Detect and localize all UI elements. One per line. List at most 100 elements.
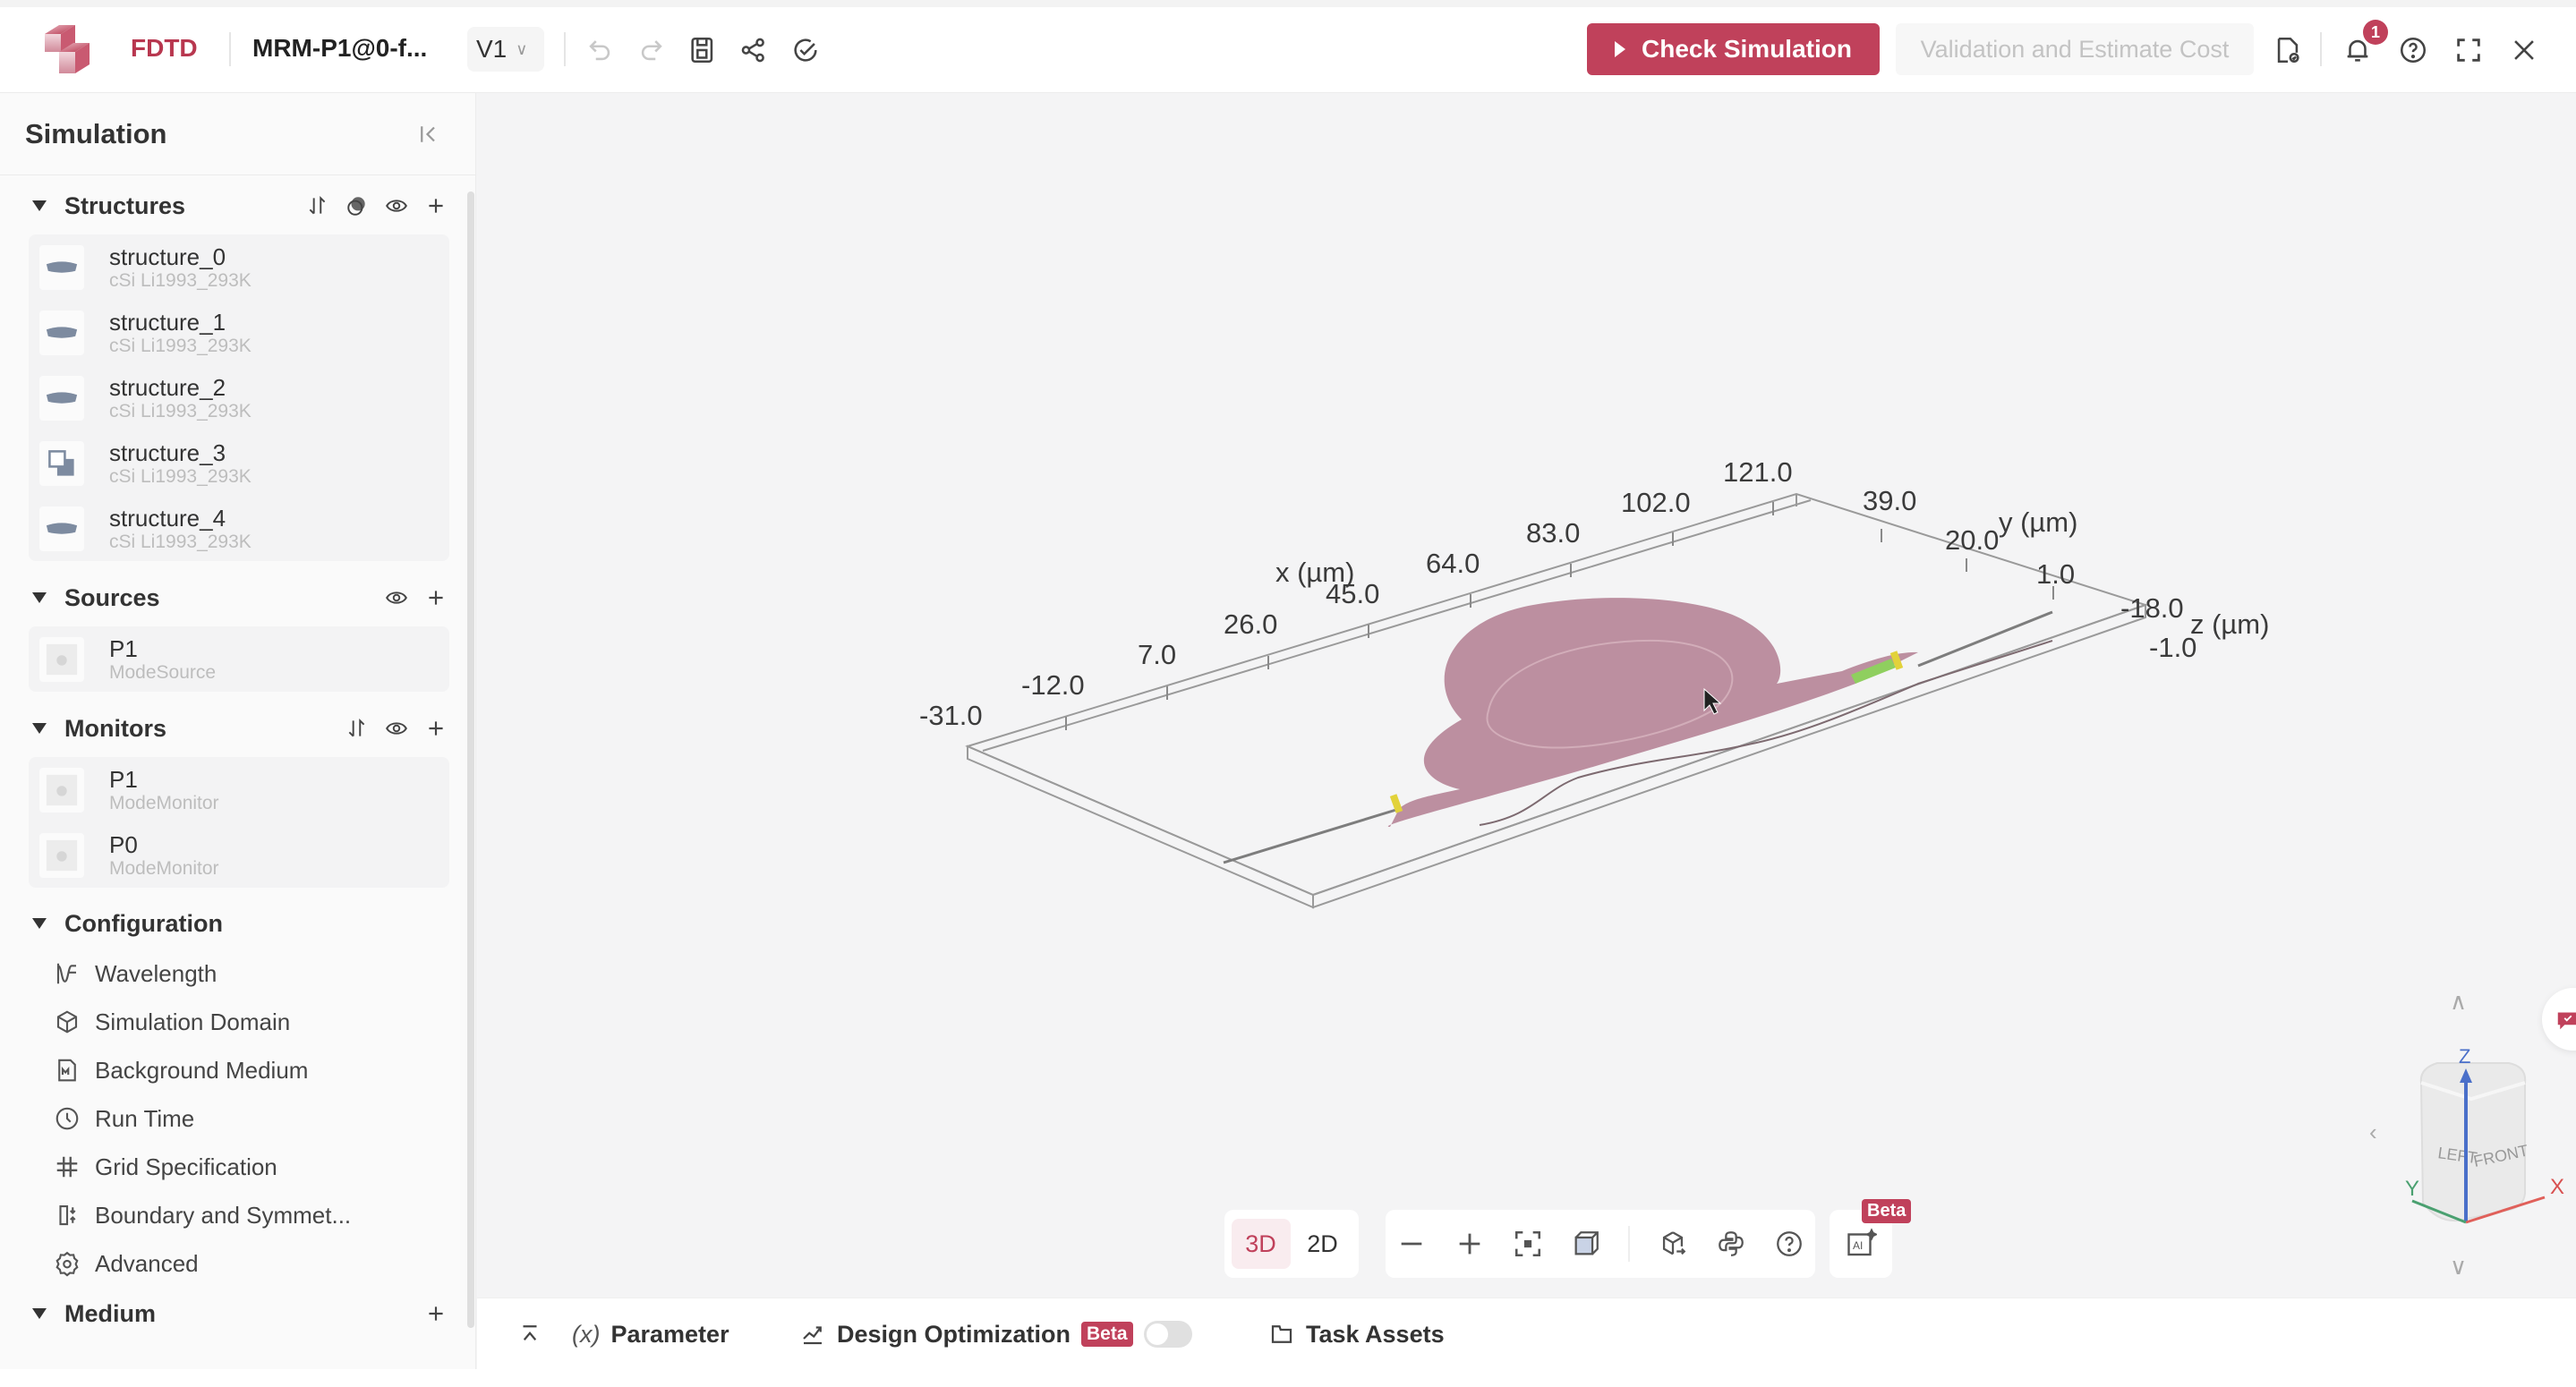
monitor-type: ModeMonitor: [109, 792, 219, 813]
structure-item[interactable]: structure_3 cSi Li1993_293K: [29, 430, 449, 496]
config-label: Run Time: [95, 1104, 195, 1132]
z-tick-label: -18.0: [2120, 592, 2184, 624]
section-configuration[interactable]: Configuration: [29, 904, 449, 943]
structure-item[interactable]: structure_4 cSi Li1993_293K: [29, 496, 449, 561]
add-source-icon[interactable]: [422, 584, 449, 611]
divider: [229, 32, 231, 66]
config-run-time[interactable]: Run Time: [54, 1099, 194, 1138]
help-icon[interactable]: [1773, 1228, 1804, 1260]
cube-axis-x: X: [2550, 1175, 2564, 1199]
design-optimization-toggle[interactable]: [1143, 1321, 1192, 1348]
trend-icon: [803, 1326, 822, 1345]
monitor-name: P1: [109, 765, 138, 793]
add-medium-icon[interactable]: [422, 1300, 449, 1327]
y-tick-label: 39.0: [1863, 485, 1916, 516]
config-advanced[interactable]: Advanced: [54, 1244, 199, 1283]
close-icon[interactable]: [2506, 32, 2542, 68]
config-background-medium[interactable]: Background Medium: [54, 1051, 308, 1090]
design-optimization-beta-badge: Beta: [1081, 1322, 1133, 1347]
structure-item[interactable]: structure_2 cSi Li1993_293K: [29, 365, 449, 430]
variable-icon: (x): [572, 1320, 601, 1348]
config-boundary-symmetry[interactable]: Boundary and Symmet...: [54, 1196, 351, 1235]
undo-icon[interactable]: [582, 32, 618, 68]
monitor-item[interactable]: P0 ModeMonitor: [29, 822, 449, 888]
chat-feedback-icon: [2557, 1012, 2576, 1030]
sidebar-scrollbar[interactable]: [467, 191, 474, 1328]
section-sources[interactable]: Sources: [29, 578, 449, 617]
check-simulation-label: Check Simulation: [1642, 35, 1852, 63]
design-optimization-tab[interactable]: Design Optimization Beta: [799, 1316, 1192, 1352]
view-2d-button[interactable]: 2D: [1293, 1219, 1352, 1269]
share-icon[interactable]: [736, 32, 772, 68]
window-strip: [0, 0, 2576, 7]
eye-icon[interactable]: [383, 715, 410, 742]
version-select[interactable]: V1 ∨: [467, 27, 544, 72]
structure-item[interactable]: structure_1 cSi Li1993_293K: [29, 300, 449, 365]
rotate-up-icon[interactable]: ∧: [2450, 988, 2467, 1016]
rotate-down-icon[interactable]: ∨: [2450, 1253, 2467, 1281]
config-simulation-domain[interactable]: Simulation Domain: [54, 1002, 290, 1042]
task-assets-tab[interactable]: Task Assets: [1268, 1316, 1445, 1352]
monitor-item[interactable]: P1 ModeMonitor: [29, 757, 449, 822]
structure-item[interactable]: structure_0 cSi Li1993_293K: [29, 234, 449, 300]
view-3d-button[interactable]: 3D: [1231, 1219, 1291, 1269]
redo-icon[interactable]: [634, 32, 670, 68]
monitor-name: P0: [109, 830, 138, 858]
material-overlay-icon[interactable]: [344, 192, 371, 219]
python-icon[interactable]: [1715, 1228, 1746, 1260]
structure-material: cSi Li1993_293K: [109, 269, 252, 291]
section-structures[interactable]: Structures: [29, 186, 449, 225]
save-icon[interactable]: [685, 32, 721, 68]
section-monitors[interactable]: Monitors: [29, 709, 449, 748]
box-structure-icon: [39, 440, 84, 486]
input-waveguide: [1223, 807, 1400, 864]
expand-panel-button[interactable]: [516, 1316, 543, 1352]
slab-icon: [39, 375, 84, 421]
x-tick-label: 26.0: [1224, 608, 1277, 640]
sort-icon[interactable]: [344, 715, 371, 742]
sort-icon[interactable]: [304, 192, 331, 219]
3d-viewport[interactable]: -31.0 -12.0 7.0 26.0 45.0 64.0 83.0 102.…: [477, 93, 2576, 1298]
divider: [564, 32, 566, 66]
sidebar-header: Simulation: [0, 93, 476, 175]
app-logo: [36, 18, 98, 81]
fullscreen-icon[interactable]: [2451, 32, 2486, 68]
view-cube-graphic[interactable]: LEFT FRONT Z X Y: [2366, 1024, 2576, 1238]
design-optimization-label: Design Optimization: [837, 1320, 1071, 1348]
source-item[interactable]: P1 ModeSource: [29, 626, 449, 692]
validation-estimate-cost-button[interactable]: Validation and Estimate Cost: [1896, 23, 2254, 75]
eye-icon[interactable]: [383, 192, 410, 219]
file-check-icon[interactable]: [2270, 32, 2306, 68]
eye-icon[interactable]: [383, 584, 410, 611]
version-value: V1: [476, 35, 508, 63]
fit-view-icon[interactable]: [1513, 1228, 1544, 1260]
structure-material: cSi Li1993_293K: [109, 335, 252, 356]
add-monitor-icon[interactable]: [422, 715, 449, 742]
zoom-in-icon[interactable]: [1454, 1228, 1486, 1260]
slab-icon: [39, 506, 84, 551]
collapse-sidebar-icon[interactable]: [414, 118, 446, 150]
check-simulation-button[interactable]: Check Simulation: [1587, 23, 1880, 75]
x-tick-label: -31.0: [919, 700, 983, 731]
config-label: Boundary and Symmet...: [95, 1201, 352, 1229]
help-icon[interactable]: [2395, 32, 2431, 68]
parameter-tab[interactable]: (x) Parameter: [572, 1316, 729, 1352]
box-view-icon[interactable]: [1571, 1228, 1602, 1260]
x-tick-label: 7.0: [1138, 639, 1176, 670]
check-circle-icon[interactable]: [788, 32, 823, 68]
footer-strip: [0, 1369, 2576, 1387]
section-medium[interactable]: Medium: [29, 1294, 449, 1333]
config-wavelength[interactable]: Wavelength: [54, 954, 217, 993]
structure-name: structure_3: [109, 438, 226, 466]
structure-material: cSi Li1993_293K: [109, 531, 252, 552]
section-label: Sources: [64, 583, 160, 611]
export-3d-icon[interactable]: [1657, 1228, 1688, 1260]
structure-material: cSi Li1993_293K: [109, 400, 252, 421]
scene-canvas[interactable]: -31.0 -12.0 7.0 26.0 45.0 64.0 83.0 102.…: [477, 93, 2576, 1298]
config-grid-specification[interactable]: Grid Specification: [54, 1147, 277, 1187]
add-structure-icon[interactable]: [422, 192, 449, 219]
project-name[interactable]: MRM-P1@0-f...: [252, 34, 427, 63]
config-label: Advanced: [95, 1249, 199, 1277]
simulation-sidebar: Simulation Structures structure_0 cSi Li1…: [0, 93, 476, 1387]
zoom-out-icon[interactable]: [1396, 1228, 1428, 1260]
